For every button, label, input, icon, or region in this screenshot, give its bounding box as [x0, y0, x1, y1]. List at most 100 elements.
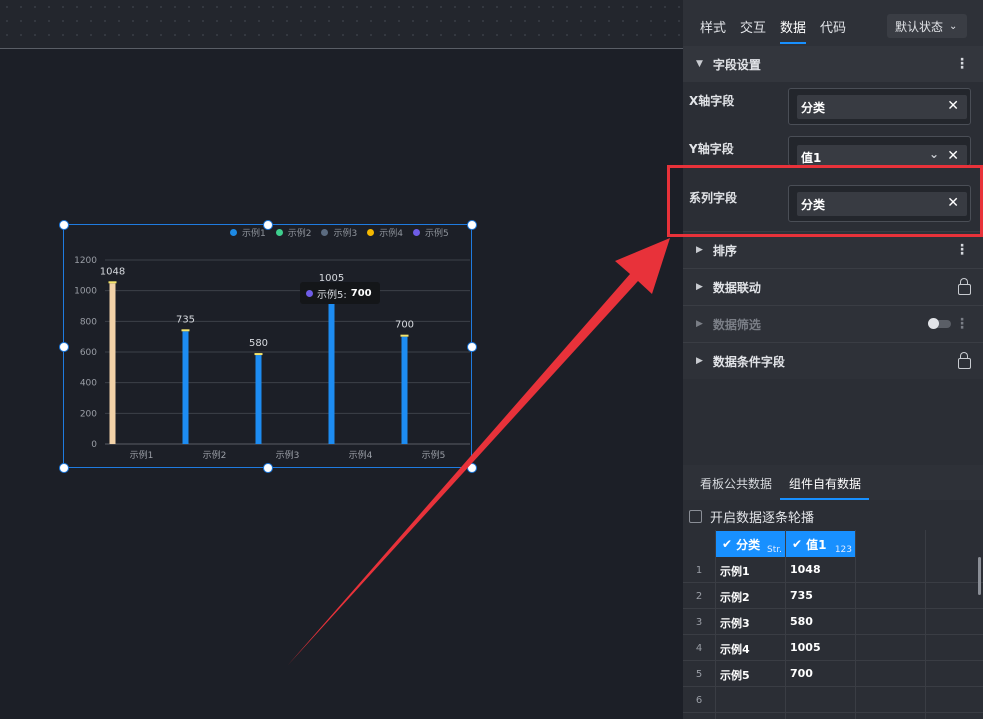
legend-label: 示例1: [242, 229, 266, 239]
check-icon: ✔: [792, 537, 803, 551]
y-tick-label: 0: [91, 440, 97, 450]
tab-interaction[interactable]: 交互: [740, 17, 766, 36]
cell-value[interactable]: 1005: [790, 641, 821, 654]
field-chip-label: 值1: [801, 150, 822, 165]
caret-right-icon: ▶: [696, 282, 703, 292]
column-header-value[interactable]: ✔ 值1 123: [786, 531, 855, 557]
section-data-condition-field[interactable]: ▶ 数据条件字段: [683, 342, 983, 379]
table-row[interactable]: 3 示例3 580: [683, 609, 983, 635]
y-tick-label: 200: [80, 409, 97, 419]
column-type: Str.: [767, 545, 782, 555]
carousel-label: 开启数据逐条轮播: [710, 511, 815, 526]
more-vertical-icon[interactable]: ⋮: [955, 242, 969, 258]
bar[interactable]: [182, 331, 189, 444]
more-vertical-icon[interactable]: ⋮: [955, 316, 969, 332]
lock-icon[interactable]: [958, 352, 971, 369]
close-icon[interactable]: ✕: [947, 148, 959, 164]
carousel-checkbox[interactable]: [689, 510, 702, 523]
x-field-select[interactable]: 分类 ✕: [788, 88, 971, 125]
x-tick-label: 示例2: [203, 449, 227, 461]
field-chip: 分类 ✕: [797, 95, 967, 119]
row-number: 4: [695, 643, 703, 654]
y-field-label: Y轴字段: [689, 142, 734, 156]
state-select[interactable]: 默认状态 ⌄: [887, 14, 967, 38]
table-row[interactable]: 1 示例1 1048: [683, 557, 983, 583]
tab-public-data[interactable]: 看板公共数据: [700, 475, 772, 492]
tab-own-data[interactable]: 组件自有数据: [789, 475, 861, 492]
y-tick-label: 400: [80, 379, 97, 389]
bar[interactable]: [109, 283, 116, 444]
chevron-down-icon[interactable]: ⌄: [929, 147, 939, 161]
data-label: 580: [249, 338, 268, 349]
column-header-category[interactable]: ✔ 分类 Str.: [716, 531, 785, 557]
active-data-tab-indicator: [780, 498, 869, 500]
data-source-tabs: 看板公共数据 组件自有数据: [683, 465, 983, 500]
y-tick-label: 1000: [74, 287, 97, 297]
cell-category[interactable]: 示例1: [720, 563, 750, 579]
table-row[interactable]: 4 示例4 1005: [683, 635, 983, 661]
cell-value[interactable]: 580: [790, 615, 813, 628]
cell-value[interactable]: 700: [790, 667, 813, 680]
section-data-filter[interactable]: ▶ 数据筛选 ⋮: [683, 305, 983, 342]
tab-style[interactable]: 样式: [700, 17, 726, 36]
section-data-linkage[interactable]: ▶ 数据联动: [683, 268, 983, 305]
chevron-down-icon: ⌄: [949, 20, 958, 32]
resize-handle-tl[interactable]: [59, 220, 69, 230]
lock-icon[interactable]: [958, 278, 971, 295]
table-scrollbar[interactable]: [978, 557, 981, 595]
x-tick-label: 示例1: [130, 449, 154, 461]
section-field-settings[interactable]: ▼ 字段设置 ⋮: [683, 46, 983, 82]
caret-right-icon: ▶: [696, 319, 703, 329]
row-number: 2: [695, 591, 703, 602]
filter-toggle[interactable]: [928, 318, 951, 329]
bar[interactable]: [255, 355, 262, 444]
section-title: 数据条件字段: [712, 354, 785, 369]
table-row[interactable]: 5 示例5 700: [683, 661, 983, 687]
bar-cap: [108, 281, 117, 284]
x-field-label: X轴字段: [689, 94, 735, 108]
close-icon[interactable]: ✕: [947, 98, 959, 114]
legend-dot-icon: [230, 229, 237, 236]
tab-code[interactable]: 代码: [820, 17, 846, 36]
cell-value[interactable]: 735: [790, 589, 813, 602]
column-name: 分类: [736, 537, 761, 552]
properties-panel: 样式 交互 数据 代码 默认状态 ⌄ ▼ 字段设置 ⋮ X轴字段 分类 ✕ Y轴…: [683, 0, 983, 719]
column-name: 值1: [806, 537, 827, 552]
table-row[interactable]: 6: [683, 687, 983, 713]
caret-right-icon: ▶: [696, 356, 703, 366]
field-chip-label: 分类: [801, 100, 826, 115]
caret-down-icon: ▼: [696, 59, 703, 69]
y-tick-label: 800: [80, 317, 97, 327]
data-label: 735: [176, 314, 195, 325]
section-title: 数据联动: [712, 280, 761, 295]
table-row[interactable]: 2 示例2 735: [683, 583, 983, 609]
red-arrow-annotation: [288, 238, 670, 665]
cell-category[interactable]: 示例3: [720, 615, 750, 631]
legend-item[interactable]: 示例1: [230, 226, 266, 239]
tab-data[interactable]: 数据: [780, 17, 806, 36]
section-title: 数据筛选: [712, 317, 761, 332]
y-tick-label: 600: [80, 348, 97, 358]
bar-cap: [181, 329, 190, 332]
field-chip: 值1 ⌄ ✕: [797, 145, 967, 165]
column-type: 123: [834, 545, 852, 555]
row-number: 3: [695, 617, 703, 628]
y-tick-label: 1200: [74, 256, 97, 266]
data-label: 1048: [100, 266, 125, 277]
cell-category[interactable]: 示例4: [720, 641, 750, 657]
carousel-option[interactable]: 开启数据逐条轮播: [689, 507, 814, 526]
more-vertical-icon[interactable]: ⋮: [955, 56, 969, 72]
cell-value[interactable]: 1048: [790, 563, 821, 576]
bar-cap: [254, 353, 263, 356]
active-tab-indicator: [780, 42, 806, 44]
caret-right-icon: ▶: [696, 245, 703, 255]
editor-canvas[interactable]: 示例1 示例2 示例3 示例4 示例5 0 200 400 600 800 1000 120…: [0, 0, 683, 719]
cell-category[interactable]: 示例2: [720, 589, 750, 605]
canvas-ruler-area: [0, 0, 683, 49]
row-number: 6: [695, 695, 703, 706]
row-number: 1: [695, 565, 703, 576]
section-title: 排序: [712, 243, 737, 258]
y-field-select[interactable]: 值1 ⌄ ✕: [788, 136, 971, 166]
cell-category[interactable]: 示例5: [720, 667, 750, 683]
panel-tabs: 样式 交互 数据 代码 默认状态 ⌄: [683, 0, 983, 46]
